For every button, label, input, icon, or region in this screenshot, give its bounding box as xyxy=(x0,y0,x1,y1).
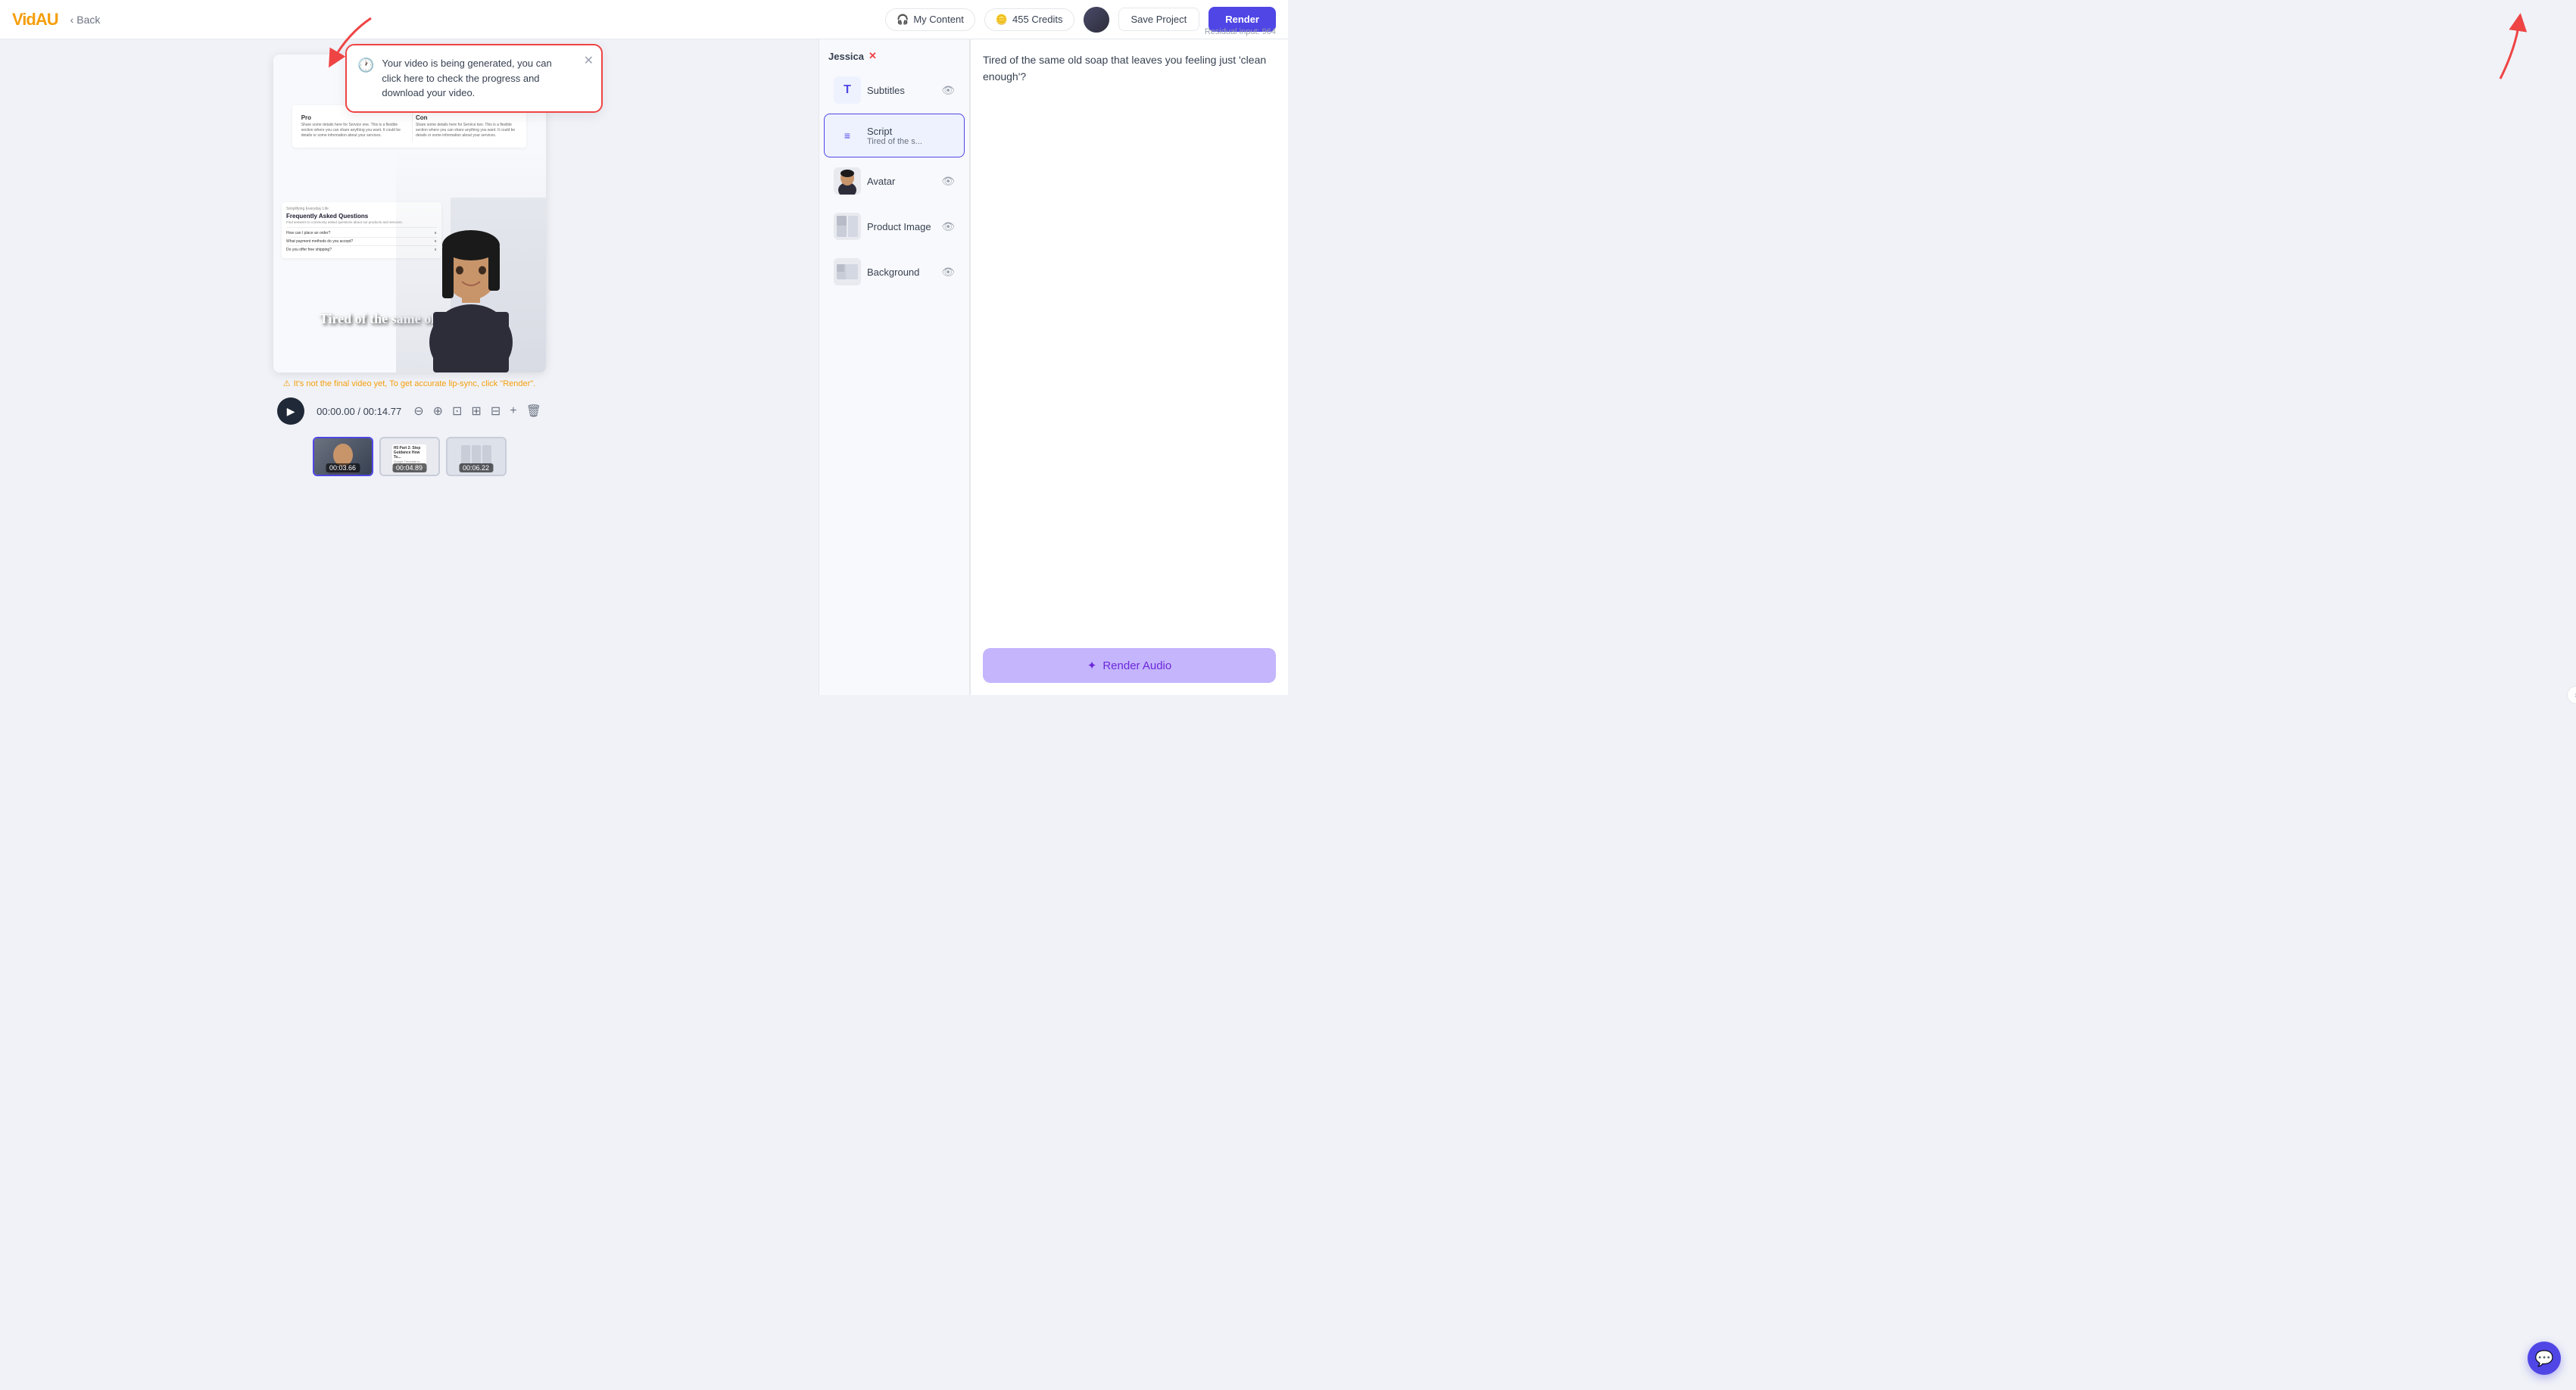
warning-text: ⚠ It's not the final video yet, To get a… xyxy=(283,379,536,388)
scene-name: Jessica ✕ xyxy=(819,45,969,67)
subtitles-icon: T xyxy=(834,76,861,104)
script-icon: ≡ xyxy=(834,122,861,149)
properties-panel: Tired of the same old soap that leaves y… xyxy=(970,39,1288,695)
render-audio-button[interactable]: ✦ Render Audio xyxy=(983,648,1276,683)
thumb-time-2: 00:04.89 xyxy=(392,463,426,472)
avatar-figure xyxy=(410,191,532,372)
layer-background[interactable]: Background 👁 xyxy=(824,250,965,294)
warning-message: It's not the final video yet, To get acc… xyxy=(294,379,536,388)
logo-vid: Vid xyxy=(12,10,36,29)
total-time: 00:14.77 xyxy=(363,406,402,417)
play-button[interactable]: ▶ xyxy=(277,397,304,425)
current-time: 00:00.00 xyxy=(317,406,355,417)
layer-subtitles[interactable]: T Subtitles 👁 xyxy=(824,68,965,112)
background-label: Background xyxy=(867,266,935,278)
headphone-icon: 🎧 xyxy=(897,14,909,26)
back-label: Back xyxy=(76,14,100,26)
eye-icon-product[interactable]: 👁 xyxy=(941,220,955,233)
main-layout: Pro Share some details here for Service … xyxy=(0,39,1288,695)
header-left: VidAU ‹ Back xyxy=(12,10,100,30)
timeline-thumb-3[interactable]: 00:06.22 xyxy=(446,437,507,476)
render-audio-label: Render Audio xyxy=(1102,659,1171,672)
avatar-label: Avatar xyxy=(867,176,935,187)
residual-input: Residual input: 964 xyxy=(1205,27,1276,36)
split-icon[interactable]: ⊞ xyxy=(471,404,481,419)
script-label: Script xyxy=(867,126,955,137)
arrow-up-annotation xyxy=(2455,11,2531,86)
add-icon[interactable]: + xyxy=(510,404,516,418)
header: VidAU ‹ Back 🎧 My Content 🪙 455 Credits … xyxy=(0,0,1288,39)
scene-label: Jessica xyxy=(828,51,864,62)
fit-icon[interactable]: ⊡ xyxy=(452,404,462,419)
zoom-out-icon[interactable]: ⊖ xyxy=(413,404,423,419)
back-button[interactable]: ‹ Back xyxy=(70,14,101,26)
logo-au: AU xyxy=(36,10,58,29)
con-text: Share some details here for Service two.… xyxy=(416,123,517,139)
avatar-overlay xyxy=(396,150,546,372)
clock-icon: 🕐 xyxy=(357,58,374,73)
playback-controls: ▶ 00:00.00 / 00:14.77 ⊖ ⊕ ⊡ ⊞ ⊟ + 🗑 xyxy=(277,397,541,425)
back-chevron-icon: ‹ xyxy=(70,14,74,26)
script-text: Tired of the same old soap that leaves y… xyxy=(983,51,1276,648)
render-label: Render xyxy=(1225,14,1259,25)
script-info: Script Tired of the s... xyxy=(867,126,955,146)
chat-icon: 💬 xyxy=(2535,1349,2554,1368)
logo: VidAU xyxy=(12,10,58,30)
save-project-label: Save Project xyxy=(1131,14,1187,25)
pro-text: Share some details here for Service one.… xyxy=(301,123,403,139)
pro-header: Pro xyxy=(301,114,403,121)
product-image-label: Product Image xyxy=(867,221,935,232)
align-icon[interactable]: ⊟ xyxy=(491,404,501,419)
layer-script[interactable]: ≡ Script Tired of the s... xyxy=(824,114,965,157)
save-project-button[interactable]: Save Project xyxy=(1118,8,1200,31)
layers-sidebar: Jessica ✕ T Subtitles 👁 ≡ Script Tired o… xyxy=(819,39,970,695)
background-thumbnail xyxy=(834,258,861,285)
my-content-button[interactable]: 🎧 My Content xyxy=(885,8,975,31)
thumb-time-3: 00:06.22 xyxy=(459,463,493,472)
layer-product-image[interactable]: Product Image 👁 xyxy=(824,204,965,248)
timeline-thumb-1[interactable]: 00:03.66 xyxy=(313,437,373,476)
avatar-thumbnail xyxy=(834,167,861,195)
subtitles-label: Subtitles xyxy=(867,85,935,96)
user-avatar[interactable] xyxy=(1084,7,1109,33)
zoom-in-icon[interactable]: ⊕ xyxy=(433,404,443,419)
delete-icon[interactable]: 🗑 xyxy=(526,404,541,419)
notification-text: Your video is being generated, you can c… xyxy=(382,56,571,101)
timeline-thumb-2[interactable]: H5 Part 2: Step Guidance How To... Googl… xyxy=(379,437,440,476)
close-icon[interactable]: ✕ xyxy=(584,53,594,68)
control-icons: ⊖ ⊕ ⊡ ⊞ ⊟ + 🗑 xyxy=(413,404,541,419)
my-content-label: My Content xyxy=(913,14,963,25)
layer-avatar[interactable]: Avatar 👁 xyxy=(824,159,965,203)
eye-icon-background[interactable]: 👁 xyxy=(941,266,955,279)
credits-label: 455 Credits xyxy=(1012,14,1062,25)
eye-icon-avatar[interactable]: 👁 xyxy=(941,175,955,188)
coin-icon: 🪙 xyxy=(996,14,1008,26)
center-area: Pro Share some details here for Service … xyxy=(0,39,819,695)
time-display: 00:00.00 / 00:14.77 xyxy=(317,406,401,417)
timeline: 00:03.66 H5 Part 2: Step Guidance How To… xyxy=(310,434,510,479)
time-separator: / xyxy=(357,406,363,417)
eye-icon-subtitles[interactable]: 👁 xyxy=(941,84,955,97)
thumb-time-1: 00:03.66 xyxy=(326,463,360,472)
chat-bubble[interactable]: 💬 xyxy=(2528,1342,2561,1375)
con-header: Con xyxy=(416,114,517,121)
script-sublabel: Tired of the s... xyxy=(867,137,955,146)
scene-close-icon[interactable]: ✕ xyxy=(869,50,877,62)
product-image-thumbnail xyxy=(834,213,861,240)
warning-icon: ⚠ xyxy=(283,379,291,388)
credits-button[interactable]: 🪙 455 Credits xyxy=(984,8,1074,31)
sparkle-icon: ✦ xyxy=(1087,659,1097,672)
notification-popup[interactable]: 🕐 Your video is being generated, you can… xyxy=(345,44,603,113)
